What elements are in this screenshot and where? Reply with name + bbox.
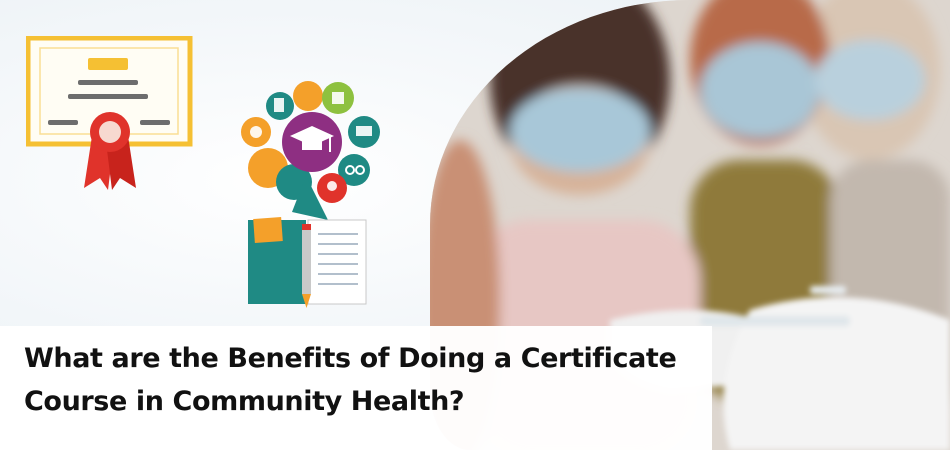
banner-headline: What are the Benefits of Doing a Certifi…: [24, 343, 677, 417]
certificate-icon: [26, 36, 193, 190]
education-speech-bubbles-icon: [241, 81, 380, 220]
notebook-with-pen-icon: [248, 217, 367, 308]
blog-banner: What are the Benefits of Doing a Certifi…: [0, 0, 950, 450]
